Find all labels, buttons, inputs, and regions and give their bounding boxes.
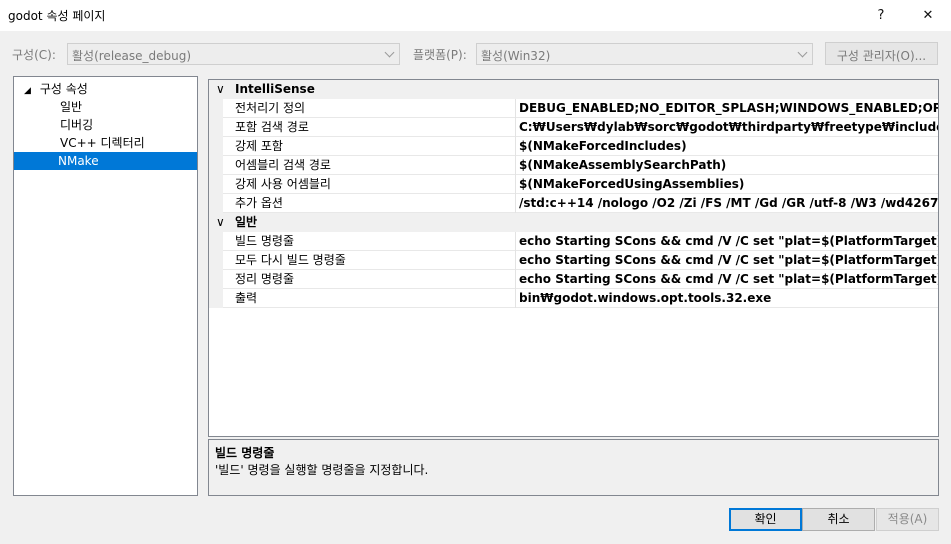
description-title: 빌드 명령줄	[215, 446, 275, 460]
property-row[interactable]: 포함 검색 경로 C:₩Users₩dylab₩sorc₩godot₩third…	[209, 118, 938, 137]
chevron-down-icon	[384, 47, 395, 58]
property-value[interactable]: $(NMakeForcedIncludes)	[519, 137, 938, 156]
property-value[interactable]: echo Starting SCons && cmd /V /C set "pl…	[519, 270, 938, 289]
apply-button[interactable]: 적용(A)	[876, 508, 939, 531]
property-row[interactable]: 강제 포함 $(NMakeForcedIncludes)	[209, 137, 938, 156]
property-row[interactable]: 추가 옵션 /std:c++14 /nologo /O2 /Zi /FS /MT…	[209, 194, 938, 213]
platform-combo[interactable]: 활성(Win32)	[476, 43, 813, 65]
property-tree: ◢ 구성 속성 일반 디버깅 VC++ 디렉터리 NMake	[13, 76, 198, 496]
expander-icon[interactable]: ◢	[24, 82, 36, 100]
tree-item-debugging[interactable]: 디버깅	[58, 116, 95, 134]
help-button[interactable]: ?	[858, 0, 904, 31]
property-value[interactable]: DEBUG_ENABLED;NO_EDITOR_SPLASH;WINDOWS_E…	[519, 99, 938, 118]
tree-item-vc-directories[interactable]: VC++ 디렉터리	[58, 134, 147, 152]
config-combo-value: 활성(release_debug)	[72, 49, 192, 63]
description-panel: 빌드 명령줄 '빌드' 명령을 실행할 명령줄을 지정합니다.	[208, 439, 939, 496]
property-value[interactable]: echo Starting SCons && cmd /V /C set "pl…	[519, 232, 938, 251]
config-toolbar: 구성(C): 활성(release_debug) 플랫폼(P): 활성(Win3…	[0, 31, 951, 73]
close-button[interactable]: ✕	[905, 0, 951, 31]
category-label: IntelliSense	[235, 82, 315, 96]
property-value[interactable]: C:₩Users₩dylab₩sorc₩godot₩thirdparty₩fre…	[519, 118, 938, 137]
property-row[interactable]: 모두 다시 빌드 명령줄 echo Starting SCons && cmd …	[209, 251, 938, 270]
property-value[interactable]: $(NMakeAssemblySearchPath)	[519, 156, 938, 175]
property-row[interactable]: 어셈블리 검색 경로 $(NMakeAssemblySearchPath)	[209, 156, 938, 175]
property-name: 모두 다시 빌드 명령줄	[235, 253, 346, 267]
property-row[interactable]: 정리 명령줄 echo Starting SCons && cmd /V /C …	[209, 270, 938, 289]
tree-root-config-properties[interactable]: ◢ 구성 속성	[24, 80, 88, 98]
property-row[interactable]: 빌드 명령줄 echo Starting SCons && cmd /V /C …	[209, 232, 938, 251]
property-value[interactable]: /std:c++14 /nologo /O2 /Zi /FS /MT /Gd /…	[519, 194, 938, 213]
property-name: 추가 옵션	[235, 196, 283, 210]
category-general[interactable]: ∨ 일반	[209, 213, 938, 232]
property-value[interactable]: bin₩godot.windows.opt.tools.32.exe	[519, 289, 938, 308]
property-name: 빌드 명령줄	[235, 234, 295, 248]
property-grid: ∨ IntelliSense 전처리기 정의 DEBUG_ENABLED;NO_…	[208, 79, 939, 437]
category-intellisense[interactable]: ∨ IntelliSense	[209, 80, 938, 99]
property-value[interactable]: echo Starting SCons && cmd /V /C set "pl…	[519, 251, 938, 270]
window-title: godot 속성 페이지	[8, 9, 106, 23]
tree-root-label: 구성 속성	[39, 82, 88, 96]
property-name: 전처리기 정의	[235, 101, 306, 115]
config-combo[interactable]: 활성(release_debug)	[67, 43, 400, 65]
property-name: 출력	[235, 291, 258, 305]
tree-item-general[interactable]: 일반	[58, 98, 84, 116]
title-bar: godot 속성 페이지 ? ✕	[0, 0, 951, 31]
config-manager-button[interactable]: 구성 관리자(O)...	[825, 42, 938, 65]
property-row[interactable]: 강제 사용 어셈블리 $(NMakeForcedUsingAssemblies)	[209, 175, 938, 194]
chevron-down-icon[interactable]: ∨	[216, 213, 228, 232]
description-text: '빌드' 명령을 실행할 명령줄을 지정합니다.	[215, 463, 429, 477]
property-value[interactable]: $(NMakeForcedUsingAssemblies)	[519, 175, 938, 194]
property-name: 포함 검색 경로	[235, 120, 309, 134]
tree-item-nmake[interactable]: NMake	[14, 152, 197, 170]
chevron-down-icon	[797, 47, 808, 58]
category-label: 일반	[235, 215, 258, 229]
chevron-down-icon[interactable]: ∨	[216, 80, 228, 99]
property-name: 강제 포함	[235, 139, 283, 153]
config-label: 구성(C):	[12, 48, 56, 62]
property-name: 어셈블리 검색 경로	[235, 158, 331, 172]
ok-button[interactable]: 확인	[729, 508, 802, 531]
property-name: 정리 명령줄	[235, 272, 295, 286]
platform-label: 플랫폼(P):	[413, 48, 467, 62]
property-row[interactable]: 출력 bin₩godot.windows.opt.tools.32.exe	[209, 289, 938, 308]
property-name: 강제 사용 어셈블리	[235, 177, 331, 191]
cancel-button[interactable]: 취소	[802, 508, 875, 531]
property-row[interactable]: 전처리기 정의 DEBUG_ENABLED;NO_EDITOR_SPLASH;W…	[209, 99, 938, 118]
platform-combo-value: 활성(Win32)	[481, 49, 551, 63]
